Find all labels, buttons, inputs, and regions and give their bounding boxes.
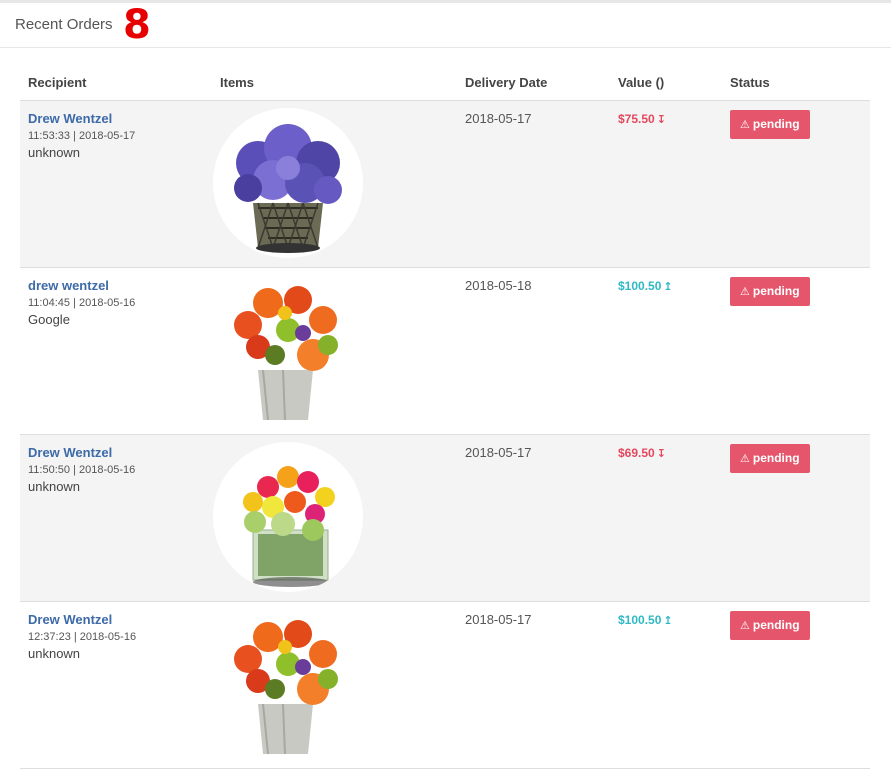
purple-hydrangea-icon [213,107,363,258]
trend-down-icon: ↧ [656,113,666,126]
recipient-name-link[interactable]: drew wentzel [28,278,212,293]
order-timestamp: 12:37:23 | 2018-05-16 [28,630,137,643]
recipient-name-link[interactable]: Drew Wentzel [28,111,212,126]
panel-title: Recent Orders [15,16,113,33]
warning-icon: ⚠ [740,285,750,298]
value-amount: $100.50 [618,278,662,293]
order-value: $69.50 ↧ [618,446,666,460]
header-recipient: Recipient [20,65,212,101]
order-value: $100.50 ↥ [618,279,673,293]
status-badge[interactable]: ⚠ pending [730,276,810,306]
warning-icon: ⚠ [740,118,750,131]
rose-cube-vase-icon [213,441,363,592]
order-value: $100.50 ↥ [618,613,673,627]
table-row: Drew Wentzel 11:50:50 | 2018-05-16 unkno… [20,434,870,601]
status-badge[interactable]: ⚠ pending [730,109,810,139]
header-status: Status [722,65,870,101]
header-items: Items [212,65,457,101]
order-source: Google [28,311,70,327]
table-row: Drew Wentzel 11:53:33 | 2018-05-17 unkno… [20,100,870,267]
header-value: Value () [610,65,722,101]
trend-up-icon: ↥ [663,280,673,293]
orange-tulip-bouquet-icon [213,608,363,759]
value-amount: $69.50 [618,445,655,460]
table-header-row: Recipient Items Delivery Date Value () S… [20,65,870,101]
purple-hydrangea-arrangement-image[interactable] [213,107,363,258]
status-badge[interactable]: ⚠ pending [730,443,810,473]
orders-table: Recipient Items Delivery Date Value () S… [20,65,870,769]
order-timestamp: 11:04:45 | 2018-05-16 [28,296,136,309]
panel-header: Recent Orders 8 [0,3,891,48]
delivery-date: 2018-05-17 [465,444,532,460]
orange-tulip-rose-bouquet-image[interactable] [213,274,363,425]
delivery-date: 2018-05-18 [465,277,532,293]
trend-down-icon: ↧ [656,447,666,460]
warning-icon: ⚠ [740,452,750,465]
status-label: pending [752,450,800,465]
orange-tulip-bouquet-icon [213,274,363,425]
rose-hydrangea-cube-vase-image[interactable] [213,441,363,592]
order-timestamp: 11:50:50 | 2018-05-16 [28,463,136,476]
value-amount: $75.50 [618,111,655,126]
orange-tulip-rose-bouquet-image[interactable] [213,608,363,759]
recipient-name-link[interactable]: Drew Wentzel [28,445,212,460]
status-label: pending [752,283,800,298]
table-row: drew wentzel 11:04:45 | 2018-05-16 Googl… [20,267,870,434]
delivery-date: 2018-05-17 [465,611,532,627]
header-delivery-date: Delivery Date [457,65,610,101]
trend-up-icon: ↥ [663,614,673,627]
status-badge[interactable]: ⚠ pending [730,610,810,640]
order-source: unknown [28,478,81,494]
order-count: 8 [123,2,151,48]
status-label: pending [752,116,800,131]
order-value: $75.50 ↧ [618,112,666,126]
recent-orders-panel: Recent Orders 8 Recipient Items Delivery… [0,0,891,769]
delivery-date: 2018-05-17 [465,110,532,126]
status-label: pending [752,617,800,632]
order-source: unknown [28,144,81,160]
value-amount: $100.50 [618,612,662,627]
order-source: unknown [28,645,81,661]
warning-icon: ⚠ [740,619,750,632]
recipient-name-link[interactable]: Drew Wentzel [28,612,212,627]
table-row: Drew Wentzel 12:37:23 | 2018-05-16 unkno… [20,601,870,768]
order-timestamp: 11:53:33 | 2018-05-17 [28,129,136,142]
